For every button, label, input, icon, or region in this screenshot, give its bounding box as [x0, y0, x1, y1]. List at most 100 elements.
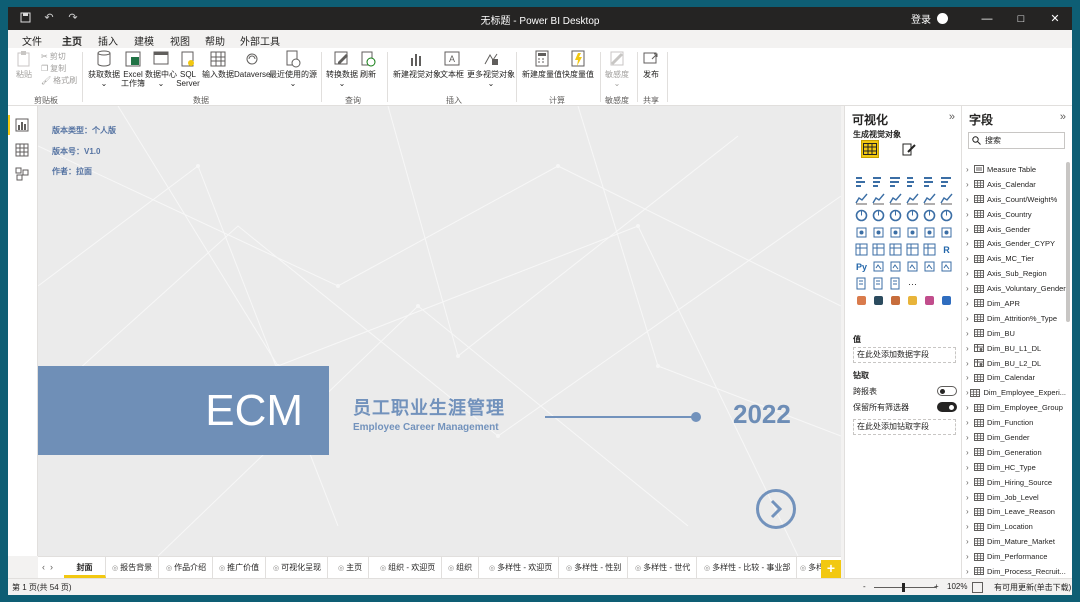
page-tab[interactable]: ◎ 作品介绍	[160, 557, 214, 578]
format-visual-mode-button[interactable]	[900, 140, 918, 158]
kpi-visual-icon[interactable]	[870, 241, 887, 258]
chevron-right-icon[interactable]: ›	[966, 433, 974, 442]
100-column-visual-icon[interactable]	[938, 173, 955, 190]
textbox-button[interactable]: A 文本框	[440, 50, 464, 79]
cut-button[interactable]: ✂ 剪切	[41, 51, 66, 62]
chevron-right-icon[interactable]: ›	[966, 478, 974, 487]
paginated-report-visual-icon[interactable]	[853, 275, 870, 292]
tabs-scroll-right-icon[interactable]: ›	[50, 562, 53, 572]
data-view-icon[interactable]	[15, 143, 29, 157]
page-tab-cover[interactable]: 封面	[64, 557, 106, 578]
copy-button[interactable]: ❐ 复制	[41, 63, 66, 74]
field-table-item[interactable]: › Axis_Gender	[966, 222, 1066, 237]
dataverse-button[interactable]: Dataverse	[234, 50, 270, 79]
chevron-right-icon[interactable]: ›	[966, 329, 974, 338]
tab-view[interactable]: 视图	[170, 33, 190, 48]
get-data-button[interactable]: 获取数据 ⌄	[88, 50, 120, 88]
treemap-visual-icon[interactable]	[938, 207, 955, 224]
field-table-item[interactable]: › Axis_Gender_CYPY	[966, 236, 1066, 251]
page-tab[interactable]: ◎ 多样性 - 世代	[629, 557, 698, 578]
page-tab[interactable]: ◎ 主页	[332, 557, 370, 578]
chevron-right-icon[interactable]: ›	[966, 522, 974, 531]
field-table-item[interactable]: › Dim_APR	[966, 296, 1066, 311]
new-visual-button[interactable]: 新建视觉对象	[393, 50, 441, 79]
pie-visual-icon[interactable]	[904, 207, 921, 224]
power-apps-visual-icon[interactable]	[870, 275, 887, 292]
custom-2-visual-icon[interactable]	[870, 292, 887, 309]
table-visual-icon[interactable]	[904, 241, 921, 258]
enter-data-button[interactable]: 输入数据	[202, 50, 234, 79]
chevron-right-icon[interactable]: ›	[966, 239, 974, 248]
funnel-visual-icon[interactable]	[870, 207, 887, 224]
zoom-slider-thumb[interactable]	[902, 583, 906, 592]
line-clustered-visual-icon[interactable]	[921, 190, 938, 207]
chevron-right-icon[interactable]: ›	[966, 344, 974, 353]
card-visual-icon[interactable]	[938, 224, 955, 241]
decomposition-tree-visual-icon[interactable]	[887, 258, 904, 275]
custom-4-visual-icon[interactable]	[904, 292, 921, 309]
custom-1-visual-icon[interactable]	[853, 292, 870, 309]
key-influencers-visual-icon[interactable]	[870, 258, 887, 275]
field-table-item[interactable]: › Dim_Generation	[966, 445, 1066, 460]
custom-3-visual-icon[interactable]	[887, 292, 904, 309]
page-tab[interactable]: ◎ 报告背景	[106, 557, 160, 578]
chevron-right-icon[interactable]: ›	[966, 463, 974, 472]
model-view-icon[interactable]	[15, 167, 29, 181]
quick-measure-button[interactable]: 快度量值	[562, 50, 594, 79]
tab-insert[interactable]: 插入	[98, 33, 118, 48]
power-automate-visual-icon[interactable]	[887, 275, 904, 292]
stacked-column-visual-icon[interactable]	[870, 173, 887, 190]
field-table-item[interactable]: › Dim_Mature_Market	[966, 534, 1066, 549]
sign-in-button[interactable]: 登录	[911, 11, 931, 26]
excel-button[interactable]: Excel 工作簿	[121, 50, 145, 88]
sensitivity-button[interactable]: 敏感度 ⌄	[605, 50, 629, 88]
field-table-item[interactable]: › Dim_Hiring_Source	[966, 475, 1066, 490]
maximize-button[interactable]: □	[1004, 13, 1038, 25]
field-table-item[interactable]: › Dim_Leave_Reason	[966, 504, 1066, 519]
page-tab[interactable]: ◎ 多样性 - 性别	[560, 557, 629, 578]
clustered-column-visual-icon[interactable]	[904, 173, 921, 190]
field-table-item[interactable]: › Axis_Voluntary_Gender	[966, 281, 1066, 296]
cross-report-toggle[interactable]	[937, 386, 957, 396]
chevron-right-icon[interactable]: ›	[966, 373, 974, 382]
field-table-item[interactable]: › Axis_Calendar	[966, 177, 1066, 192]
page-tab[interactable]: ◎ 推广价值	[213, 557, 267, 578]
field-table-item[interactable]: › Dim_Gender	[966, 430, 1066, 445]
chevron-right-icon[interactable]: ›	[966, 254, 974, 263]
sql-server-button[interactable]: SQL Server	[176, 50, 200, 88]
chevron-right-icon[interactable]: ›	[966, 403, 974, 412]
field-table-item[interactable]: › Dim_Process_Recruit...	[966, 564, 1066, 579]
new-measure-button[interactable]: 新建度量值	[522, 50, 562, 79]
chevron-right-icon[interactable]: ›	[966, 225, 974, 234]
field-table-item[interactable]: › Dim_BU	[966, 326, 1066, 341]
matrix-visual-icon[interactable]	[921, 241, 938, 258]
transform-data-button[interactable]: 转换数据 ⌄	[326, 50, 358, 88]
fields-search-input[interactable]	[968, 132, 1065, 149]
page-tab[interactable]: ◎ 多样性 - 比较 - 事业部	[698, 557, 798, 578]
tab-help[interactable]: 帮助	[205, 33, 225, 48]
custom-5-visual-icon[interactable]	[921, 292, 938, 309]
report-canvas[interactable]: 版本类型：个人版 版本号：V1.0 作者：拉面 ECM 员工职业生涯管理 Emp…	[38, 106, 841, 556]
gauge-visual-icon[interactable]	[921, 224, 938, 241]
fit-page-icon[interactable]	[972, 582, 983, 593]
chevron-right-icon[interactable]: ›	[966, 552, 974, 561]
stacked-bar-visual-icon[interactable]	[853, 173, 870, 190]
zoom-out-button[interactable]: -	[863, 582, 866, 591]
field-table-item[interactable]: › Dim_Job_Level	[966, 490, 1066, 505]
tab-external-tools[interactable]: 外部工具	[240, 33, 280, 48]
account-avatar[interactable]	[937, 13, 948, 24]
page-tab[interactable]: ◎ 组织	[442, 557, 480, 578]
values-drop-zone[interactable]: 在此处添加数据字段	[853, 347, 956, 363]
field-table-item[interactable]: › Axis_MC_Tier	[966, 251, 1066, 266]
update-available-link[interactable]: 有可用更新(单击下载)	[994, 582, 1071, 593]
more-visual-icon[interactable]: ···	[904, 275, 921, 292]
field-table-item[interactable]: › Dim_Location	[966, 519, 1066, 534]
line-visual-icon[interactable]	[853, 190, 870, 207]
python-visual-visual-icon[interactable]: Py	[853, 258, 870, 275]
chevron-right-icon[interactable]: ›	[966, 180, 974, 189]
field-table-item[interactable]: › Axis_Count/Weight%	[966, 192, 1066, 207]
close-button[interactable]: ✕	[1038, 12, 1072, 25]
filled-map-visual-icon[interactable]	[870, 224, 887, 241]
field-table-item[interactable]: › Dim_Performance	[966, 549, 1066, 564]
field-table-item[interactable]: › Dim_Calendar	[966, 370, 1066, 385]
